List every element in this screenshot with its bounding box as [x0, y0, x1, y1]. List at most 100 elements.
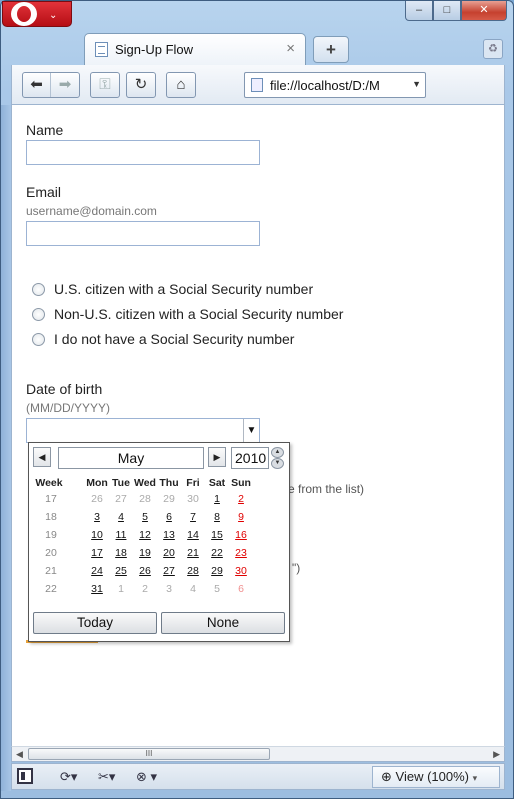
calendar-day[interactable]: 26 — [133, 565, 157, 577]
prev-month-button[interactable]: ◀ — [33, 447, 51, 467]
month-select[interactable]: May — [58, 447, 204, 469]
calendar-day[interactable]: 5 — [133, 511, 157, 523]
calendar-day[interactable]: 3 — [157, 583, 181, 595]
calendar-day[interactable]: 15 — [205, 529, 229, 541]
key-icon[interactable]: ⚿ — [91, 73, 119, 97]
tab-close-icon[interactable]: × — [286, 40, 295, 57]
calendar-week-row: 18 3 4 5 6 7 8 9 — [29, 511, 291, 526]
calendar-day[interactable]: 19 — [133, 547, 157, 559]
radio-button[interactable] — [32, 307, 45, 321]
scroll-right-icon[interactable]: ▶ — [493, 749, 500, 760]
calendar-day[interactable]: 3 — [85, 511, 109, 523]
dob-date-input[interactable]: ▼ — [26, 418, 260, 443]
calendar-day[interactable]: 2 — [229, 493, 253, 505]
tab-sign-up-flow[interactable]: Sign-Up Flow × — [84, 33, 306, 65]
radio-no-ssn[interactable]: I do not have a Social Security number — [32, 331, 294, 347]
calendar-day[interactable]: 7 — [181, 511, 205, 523]
chevron-down-icon[interactable]: ▼ — [243, 419, 259, 442]
reload-icon[interactable]: ↻ — [127, 73, 155, 97]
forward-icon[interactable]: ➡ — [51, 73, 79, 97]
close-window-button[interactable]: ✕ — [461, 1, 507, 21]
chevron-down-icon[interactable]: ▼ — [412, 79, 421, 89]
opera-menu-button[interactable]: ⌄ — [2, 1, 72, 27]
year-up-icon[interactable]: ▲ — [271, 447, 284, 458]
radio-label: I do not have a Social Security number — [54, 331, 295, 347]
week-number: 21 — [45, 565, 57, 577]
calendar-day[interactable]: 12 — [133, 529, 157, 541]
calendar-day[interactable]: 22 — [205, 547, 229, 559]
calendar-day[interactable]: 27 — [109, 493, 133, 505]
calendar-day[interactable]: 8 — [205, 511, 229, 523]
calendar-day[interactable]: 23 — [229, 547, 253, 559]
tools-icon[interactable]: ✂▾ — [98, 769, 115, 785]
radio-button[interactable] — [32, 282, 45, 296]
scroll-thumb[interactable]: III — [28, 748, 270, 760]
calendar-header-row: Week Mon Tue Wed Thu Fri Sat Sun — [29, 477, 291, 491]
calendar-day[interactable]: 17 — [85, 547, 109, 559]
trash-icon[interactable]: ♻ — [483, 39, 503, 59]
zoom-view-button[interactable]: ⊕ View (100%) ▾ — [372, 766, 500, 788]
new-tab-button[interactable]: + — [313, 36, 349, 63]
calendar-day[interactable]: 29 — [157, 493, 181, 505]
radio-us-citizen[interactable]: U.S. citizen with a Social Security numb… — [32, 281, 313, 297]
week-number: 19 — [45, 529, 57, 541]
calendar-day[interactable]: 14 — [181, 529, 205, 541]
next-month-button[interactable]: ▶ — [208, 447, 226, 467]
calendar-day[interactable]: 1 — [109, 583, 133, 595]
week-number: 18 — [45, 511, 57, 523]
calendar-day[interactable]: 2 — [133, 583, 157, 595]
calendar-day[interactable]: 26 — [85, 493, 109, 505]
scroll-left-icon[interactable]: ◀ — [16, 749, 23, 760]
sync-icon[interactable]: ⟳▾ — [60, 769, 77, 785]
back-icon[interactable]: ⬅ — [23, 73, 51, 97]
calendar-day[interactable]: 28 — [181, 565, 205, 577]
calendar-week-row: 19 10 11 12 13 14 15 16 — [29, 529, 291, 544]
calendar-day[interactable]: 27 — [157, 565, 181, 577]
calendar-day[interactable]: 9 — [229, 511, 253, 523]
calendar-day[interactable]: 16 — [229, 529, 253, 541]
calendar-day[interactable]: 31 — [85, 583, 109, 595]
panel-toggle-icon[interactable] — [17, 768, 33, 784]
radio-button[interactable] — [32, 332, 45, 346]
week-number: 22 — [45, 583, 57, 595]
today-button[interactable]: Today — [33, 612, 157, 634]
calendar-day[interactable]: 4 — [109, 511, 133, 523]
name-input[interactable] — [26, 140, 260, 165]
year-spinner[interactable]: ▲ ▼ — [271, 447, 284, 469]
radio-non-us-citizen[interactable]: Non-U.S. citizen with a Social Security … — [32, 306, 343, 322]
address-bar[interactable]: file://localhost/D:/M ▼ — [244, 72, 426, 98]
home-icon[interactable]: ⌂ — [167, 73, 195, 97]
status-icon[interactable]: ⊗ ▾ — [136, 769, 157, 785]
year-input[interactable]: 2010 — [231, 447, 269, 469]
calendar-weekday-header: Sun — [231, 477, 251, 489]
calendar-day[interactable]: 20 — [157, 547, 181, 559]
calendar-day[interactable]: 13 — [157, 529, 181, 541]
calendar-day[interactable]: 5 — [205, 583, 229, 595]
year-down-icon[interactable]: ▼ — [271, 458, 284, 469]
calendar-day[interactable]: 30 — [229, 565, 253, 577]
calendar-day[interactable]: 24 — [85, 565, 109, 577]
horizontal-scrollbar[interactable]: ◀ III ▶ — [11, 746, 505, 762]
maximize-button[interactable]: □ — [433, 1, 461, 21]
none-button[interactable]: None — [161, 612, 285, 634]
reload-group: ↻ — [126, 72, 156, 98]
calendar-day[interactable]: 28 — [133, 493, 157, 505]
calendar-day[interactable]: 25 — [109, 565, 133, 577]
calendar-day[interactable]: 18 — [109, 547, 133, 559]
calendar-day[interactable]: 11 — [109, 529, 133, 541]
calendar-weekday-header: Wed — [134, 477, 156, 489]
calendar-day[interactable]: 4 — [181, 583, 205, 595]
calendar-day[interactable]: 29 — [205, 565, 229, 577]
calendar-day[interactable]: 6 — [157, 511, 181, 523]
calendar-day[interactable]: 1 — [205, 493, 229, 505]
zoom-label: View (100%) — [395, 769, 469, 784]
window-controls: – □ ✕ — [405, 1, 507, 21]
calendar-day[interactable]: 10 — [85, 529, 109, 541]
calendar-day[interactable]: 30 — [181, 493, 205, 505]
calendar-day[interactable]: 21 — [181, 547, 205, 559]
email-input[interactable] — [26, 221, 260, 246]
minimize-button[interactable]: – — [405, 1, 433, 21]
window-frame — [1, 105, 11, 791]
address-text[interactable]: file://localhost/D:/M — [270, 78, 412, 93]
calendar-day[interactable]: 6 — [229, 583, 253, 595]
